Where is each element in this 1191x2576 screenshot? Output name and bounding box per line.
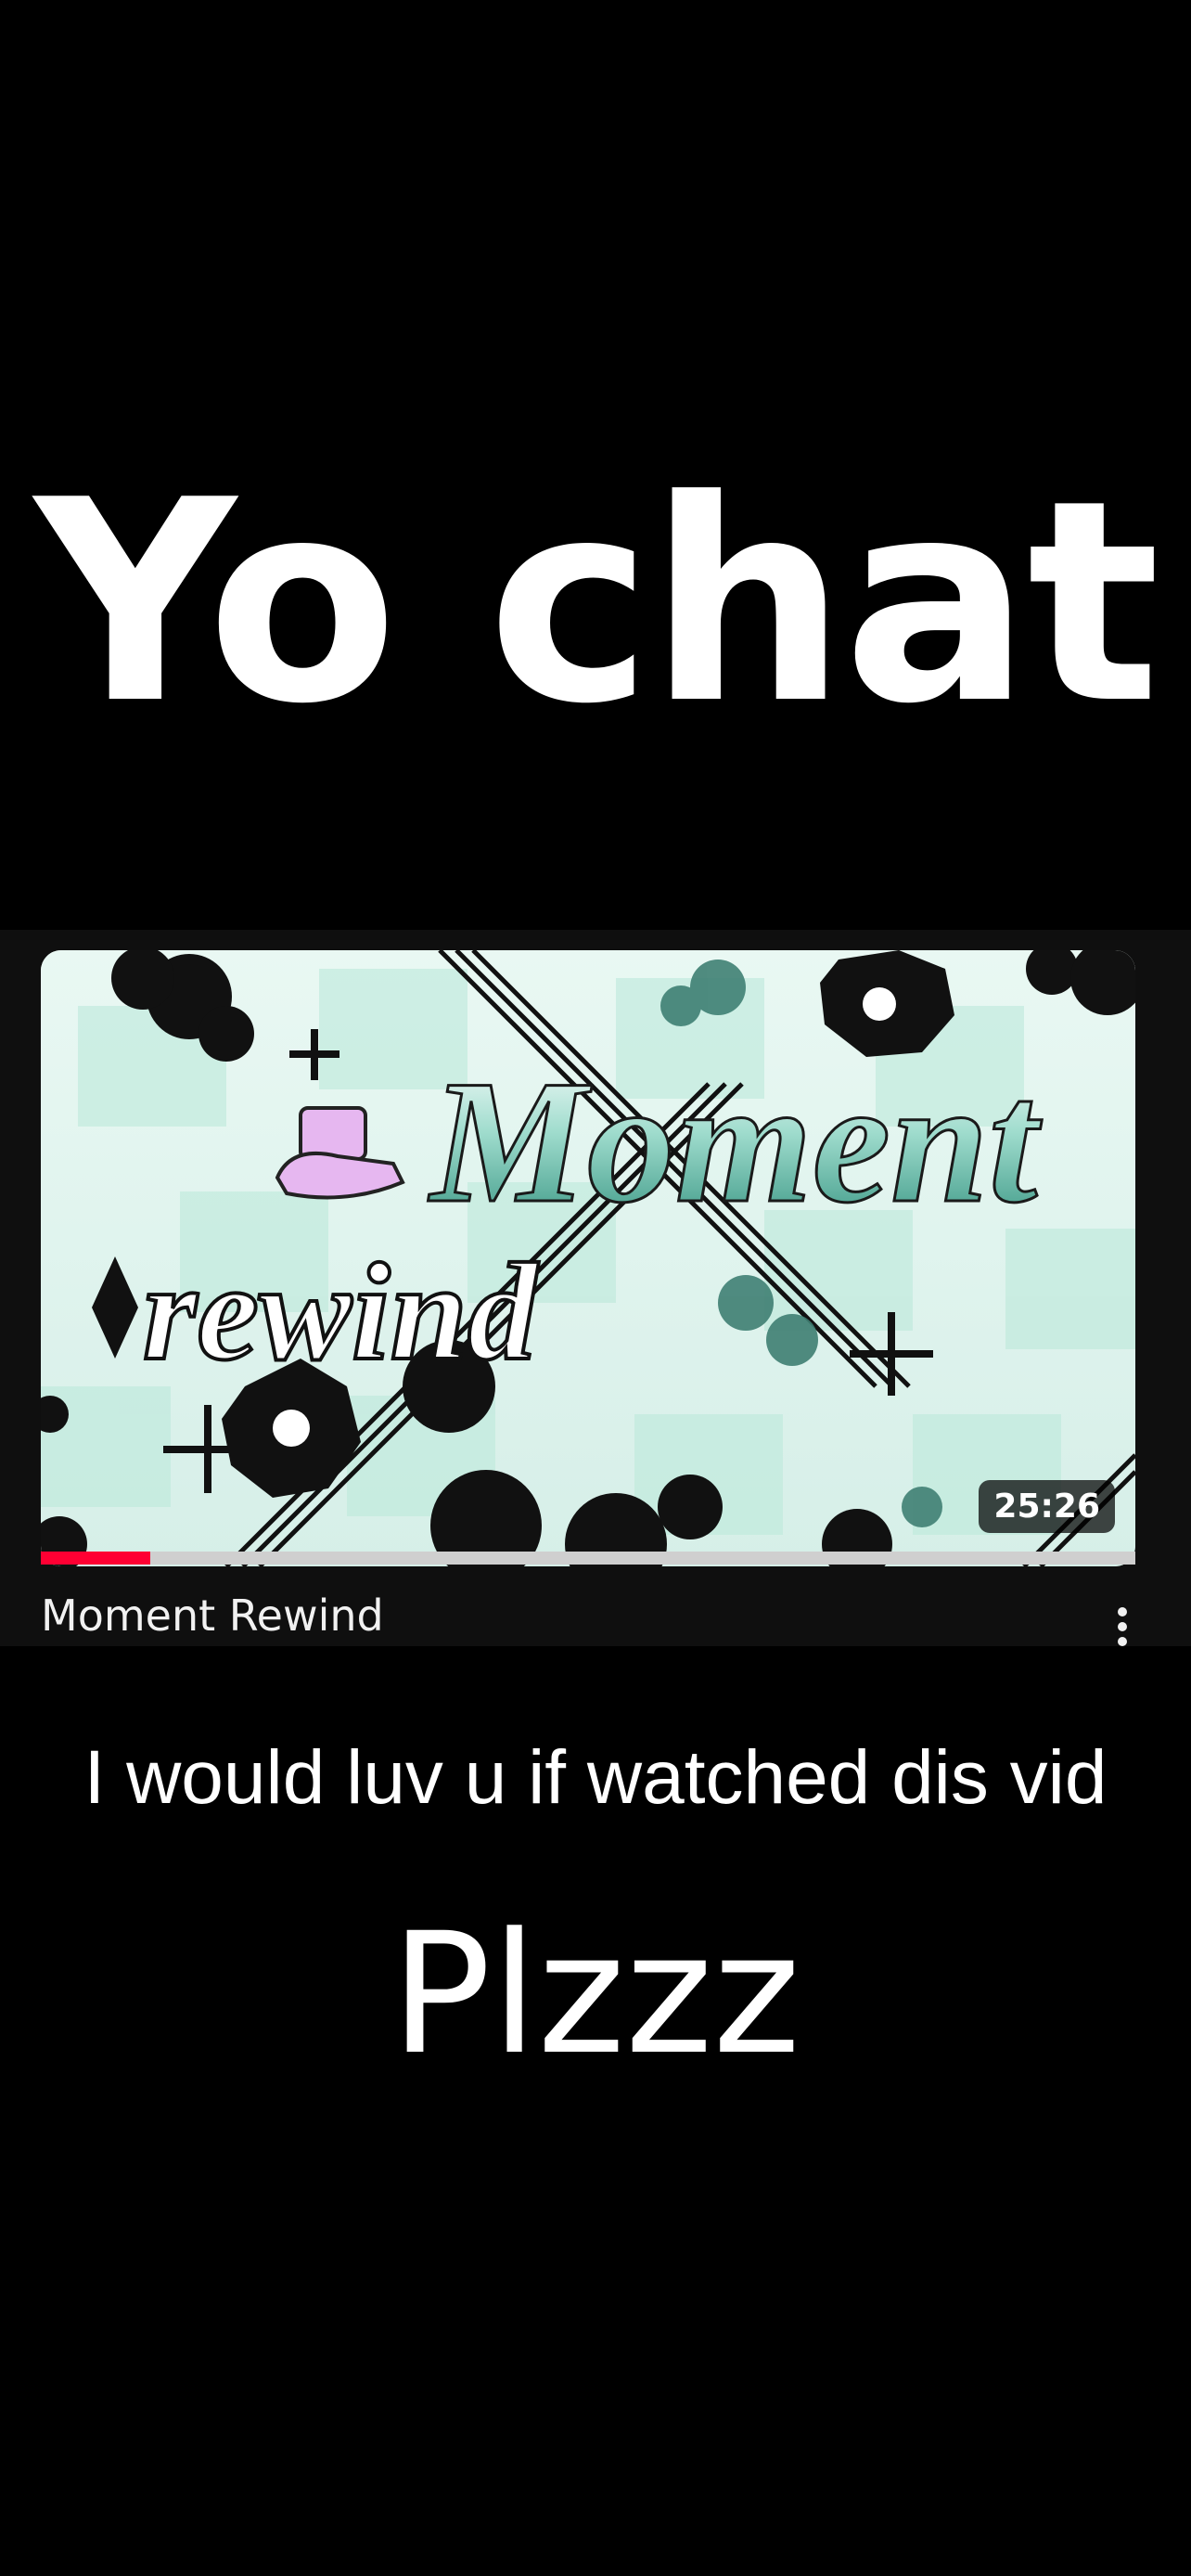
headline-text: Yo chat bbox=[34, 441, 1160, 765]
caption-text: I would luv u if watched dis vid bbox=[83, 1735, 1108, 1820]
duration-badge: 25:26 bbox=[979, 1480, 1115, 1533]
watch-progress-fill bbox=[41, 1552, 150, 1565]
plea-text: Plzzz bbox=[390, 1898, 800, 2092]
thumbnail-word-rewind: rewind bbox=[143, 1235, 539, 1389]
watch-progress-bar bbox=[41, 1552, 1135, 1565]
thumbnail-word-moment: Moment bbox=[428, 1045, 1043, 1240]
more-vertical-icon[interactable] bbox=[1104, 1607, 1141, 1646]
video-title[interactable]: Moment Rewind bbox=[41, 1591, 384, 1641]
video-thumbnail[interactable]: Moment rewind 25:26 bbox=[41, 950, 1135, 1566]
video-card[interactable]: Moment rewind 25:26 Moment Rewind bbox=[0, 930, 1191, 1646]
thumbnail-artwork: Moment rewind bbox=[41, 950, 1135, 1566]
